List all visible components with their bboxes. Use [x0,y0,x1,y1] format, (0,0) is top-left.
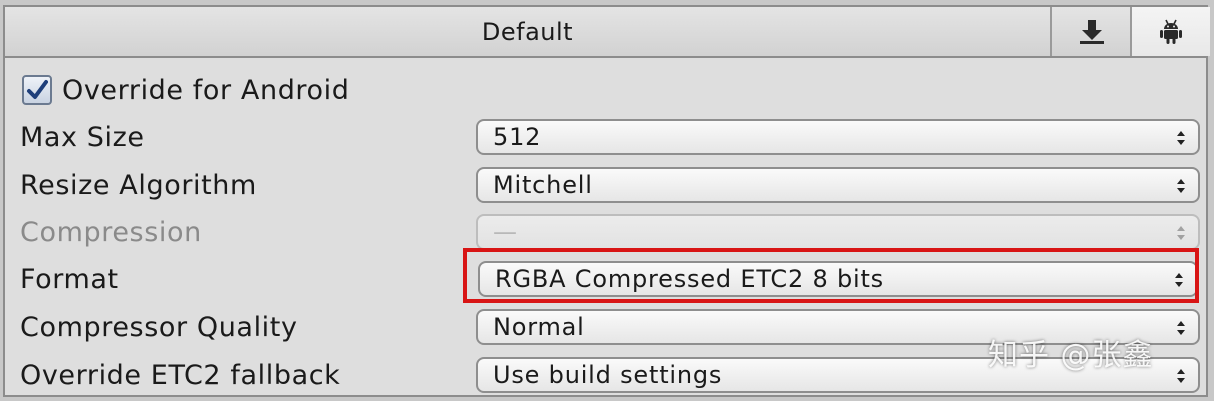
override-label: Override for Android [62,74,350,106]
compressor-quality-value: Normal [493,313,585,341]
max-size-value: 512 [493,123,542,151]
download-icon [1080,19,1104,44]
compression-value: — [493,218,518,246]
dropdown-arrows-icon [1177,369,1185,383]
compression-label: Compression [20,216,202,248]
dropdown-arrows-icon [1177,179,1185,193]
tab-standalone[interactable] [1050,7,1132,56]
watermark: 知乎 @张鑫 [988,338,1154,373]
tab-android[interactable] [1130,7,1210,56]
override-for-android-toggle[interactable]: Override for Android [20,69,350,111]
compressor-quality-label: Compressor Quality [20,311,298,343]
max-size-label: Max Size [20,121,145,153]
tab-default[interactable]: Default [5,7,1050,56]
override-checkbox[interactable] [22,75,52,105]
format-highlight-box [463,248,1199,303]
compression-dropdown: — [476,214,1200,250]
resize-algorithm-value: Mitchell [493,171,593,199]
checkmark-icon [27,80,48,99]
override-etc2-fallback-value: Use build settings [493,361,723,389]
android-icon [1160,19,1182,44]
resize-algorithm-label: Resize Algorithm [20,169,257,201]
max-size-dropdown[interactable]: 512 [476,119,1200,155]
dropdown-arrows-icon [1177,131,1185,145]
dropdown-arrows-icon [1177,226,1185,240]
format-label: Format [20,263,119,295]
resize-algorithm-dropdown[interactable]: Mitchell [476,167,1200,203]
platform-tab-bar: Default [5,7,1210,58]
dropdown-arrows-icon [1177,321,1185,335]
override-etc2-fallback-label: Override ETC2 fallback [20,359,341,391]
